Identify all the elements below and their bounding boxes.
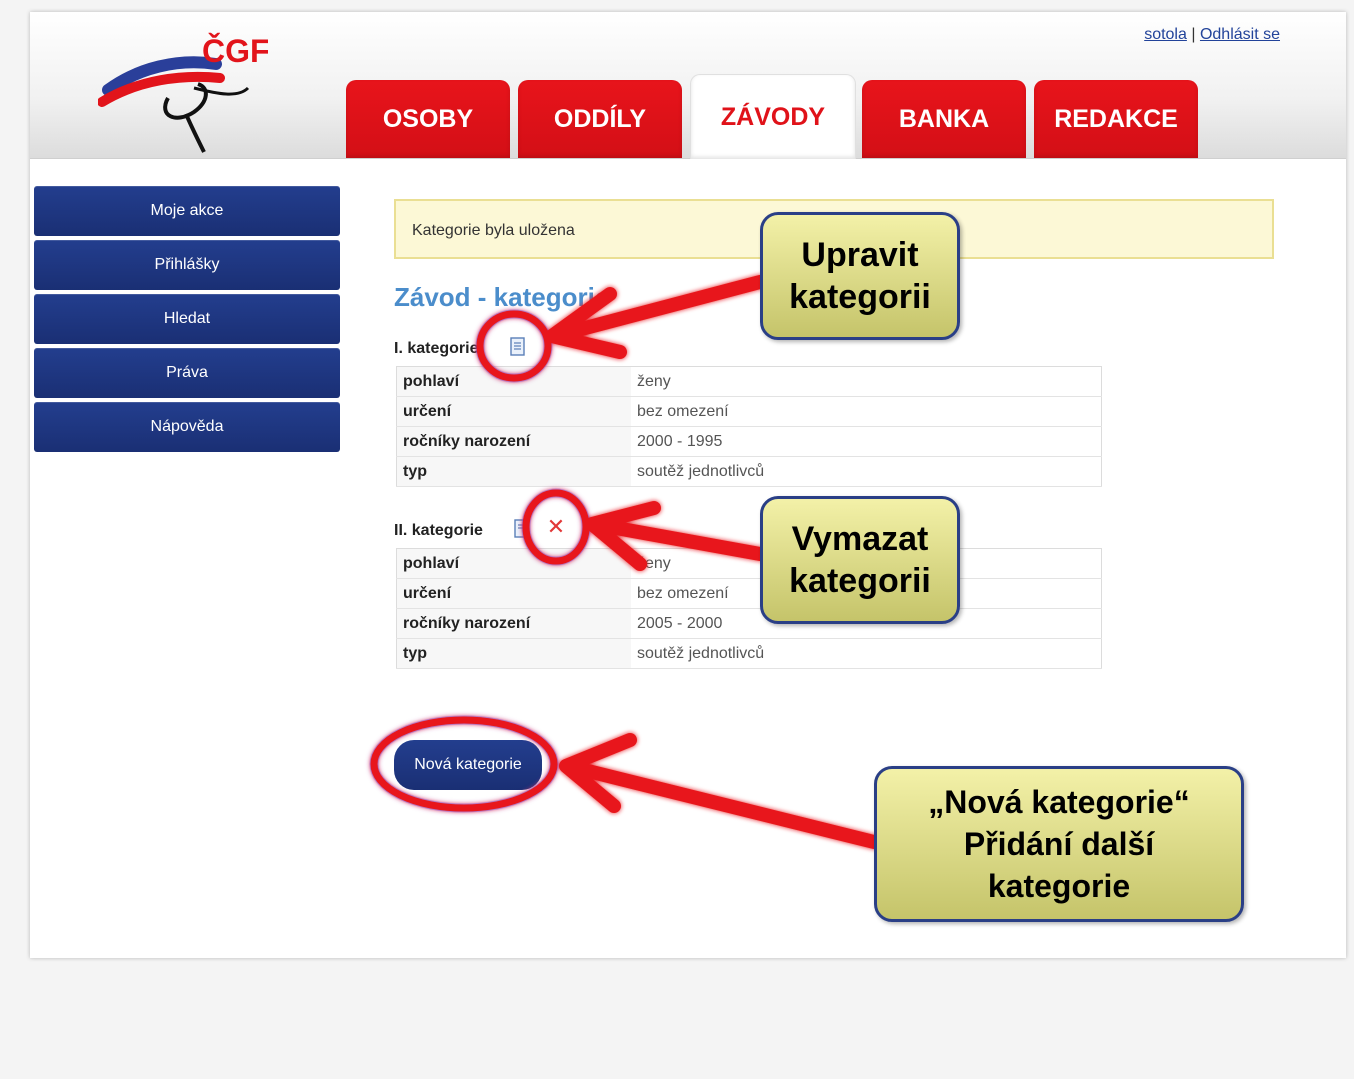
row-label: určení bbox=[396, 578, 631, 609]
table-row: určení bez omezení bbox=[396, 578, 1102, 609]
category-table: pohlaví ženy určení bez omezení ročníky na… bbox=[396, 548, 1102, 669]
callout-delete-line2: kategorii bbox=[789, 562, 931, 600]
username-link[interactable]: sotola bbox=[1144, 26, 1187, 43]
category-table: pohlaví ženy určení bez omezení ročníky na… bbox=[396, 366, 1102, 487]
row-label: ročníky narození bbox=[396, 426, 631, 457]
edit-icon[interactable] bbox=[512, 518, 532, 540]
tab-redakce[interactable]: REDAKCE bbox=[1034, 80, 1198, 158]
site-header: ČGF sotola | Odhlásit se OSOBY ODDÍLY ZÁ… bbox=[30, 12, 1346, 159]
row-label: pohlaví bbox=[396, 366, 631, 397]
page-title: Závod - kategorie bbox=[394, 282, 610, 312]
tab-oddily[interactable]: ODDÍLY bbox=[518, 80, 682, 158]
cgf-logo[interactable]: ČGF bbox=[98, 28, 268, 158]
callout-new-line3: kategorie bbox=[987, 868, 1131, 904]
callout-new-line2: Přidání další bbox=[963, 826, 1155, 862]
table-row: typ soutěž jednotlivců bbox=[396, 456, 1102, 487]
row-label: typ bbox=[396, 638, 631, 669]
callout-delete: Vymazat kategorii bbox=[760, 496, 960, 624]
sidebar-item-napoveda[interactable]: Nápověda bbox=[34, 402, 340, 452]
callout-new: „Nová kategorie“ Přidání další kategorie bbox=[874, 766, 1244, 922]
new-category-button[interactable]: Nová kategorie bbox=[394, 740, 542, 790]
tab-osoby[interactable]: OSOBY bbox=[346, 80, 510, 158]
row-label: určení bbox=[396, 396, 631, 427]
callout-edit-line1: Upravit bbox=[801, 236, 919, 274]
row-label: ročníky narození bbox=[396, 608, 631, 639]
row-value: bez omezení bbox=[631, 396, 1102, 427]
sidebar-item-prava[interactable]: Práva bbox=[34, 348, 340, 398]
row-value: ženy bbox=[631, 366, 1102, 397]
callout-edit-line2: kategorii bbox=[789, 278, 931, 316]
table-row: pohlaví ženy bbox=[396, 366, 1102, 397]
row-label: pohlaví bbox=[396, 548, 631, 579]
category-heading: II. kategorie bbox=[394, 522, 483, 539]
edit-icon[interactable] bbox=[508, 336, 528, 358]
callout-new-line1: „Nová kategorie“ bbox=[928, 784, 1190, 820]
category-heading: I. kategorie bbox=[394, 340, 479, 357]
sidebar-item-hledat[interactable]: Hledat bbox=[34, 294, 340, 344]
sidebar-item-prihlasky[interactable]: Přihlášky bbox=[34, 240, 340, 290]
logo-text: ČGF bbox=[202, 33, 268, 69]
table-row: ročníky narození 2005 - 2000 bbox=[396, 608, 1102, 639]
row-label: typ bbox=[396, 456, 631, 487]
table-row: určení bez omezení bbox=[396, 396, 1102, 427]
row-value: soutěž jednotlivců bbox=[631, 638, 1102, 669]
sidebar-item-moje-akce[interactable]: Moje akce bbox=[34, 186, 340, 236]
sidebar: Moje akce Přihlášky Hledat Práva Nápověd… bbox=[34, 186, 340, 456]
row-value: soutěž jednotlivců bbox=[631, 456, 1102, 487]
callout-delete-line1: Vymazat bbox=[791, 520, 929, 558]
table-row: pohlaví ženy bbox=[396, 548, 1102, 579]
table-row: ročníky narození 2000 - 1995 bbox=[396, 426, 1102, 457]
delete-icon[interactable]: ✕ bbox=[546, 516, 566, 538]
callout-edit: Upravit kategorii bbox=[760, 212, 960, 340]
logout-link[interactable]: Odhlásit se bbox=[1200, 26, 1280, 43]
tab-zavody[interactable]: ZÁVODY bbox=[690, 74, 856, 159]
row-value: 2000 - 1995 bbox=[631, 426, 1102, 457]
links-separator: | bbox=[1191, 26, 1196, 43]
tab-banka[interactable]: BANKA bbox=[862, 80, 1026, 158]
user-links: sotola | Odhlásit se bbox=[1144, 26, 1280, 44]
table-row: typ soutěž jednotlivců bbox=[396, 638, 1102, 669]
